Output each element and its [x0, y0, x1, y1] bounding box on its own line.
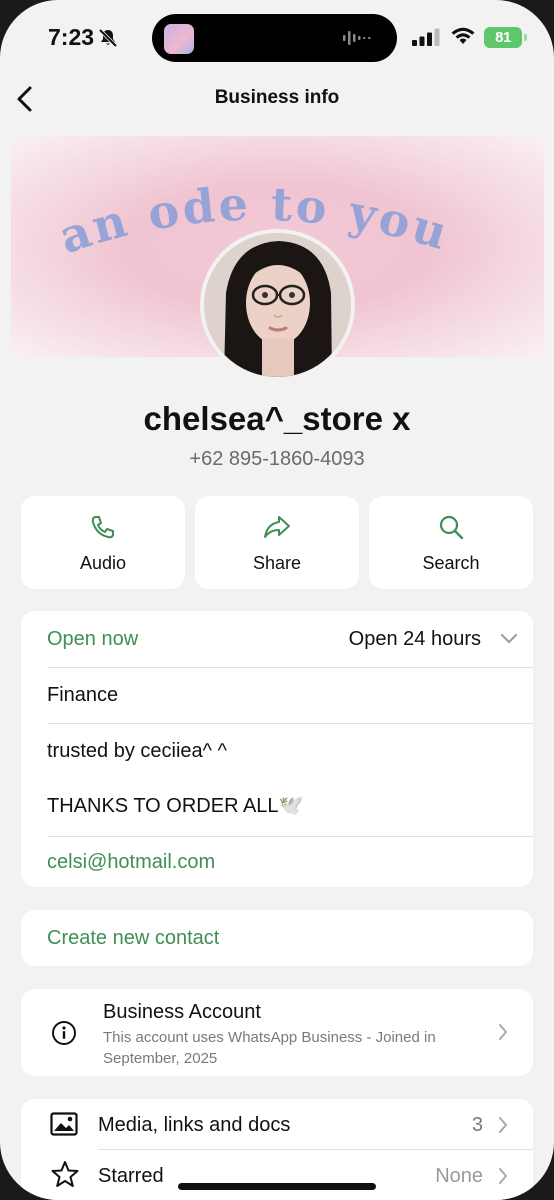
share-label: Share: [252, 553, 302, 573]
profile-photo: [204, 233, 351, 377]
audio-call-button[interactable]: Audio: [21, 496, 185, 589]
business-account-title: Business Account: [103, 1001, 261, 1023]
starred-value: None: [435, 1165, 483, 1187]
navigation-bar: Business info: [0, 78, 554, 118]
audio-wave-icon: [343, 29, 371, 52]
create-contact-card[interactable]: Create new contact: [21, 910, 533, 966]
search-icon: [369, 514, 533, 540]
page-title: Business info: [214, 87, 340, 108]
now-playing-thumbnail[interactable]: [164, 24, 194, 54]
image-icon: [50, 1112, 78, 1141]
search-button[interactable]: Search: [369, 496, 533, 589]
audio-label: Audio: [79, 553, 127, 573]
media-count: 3: [471, 1114, 483, 1136]
phone-icon: [21, 514, 185, 540]
signal-icon: [412, 28, 440, 51]
business-details-card: Open now Open 24 hours Finance trusted b…: [21, 611, 533, 887]
business-description-line1: trusted by ceciiea^ ^: [47, 740, 227, 762]
business-email-link[interactable]: celsi@hotmail.com: [47, 851, 533, 874]
status-time: 7:23: [48, 24, 95, 50]
starred-label: Starred: [98, 1165, 164, 1187]
star-icon: [51, 1160, 79, 1193]
media-label: Media, links and docs: [98, 1114, 291, 1136]
chevron-right-icon: [497, 1022, 509, 1047]
avatar[interactable]: [200, 229, 355, 381]
phone-number[interactable]: +62 895-1860-4093: [0, 448, 554, 471]
chevron-down-icon[interactable]: [499, 632, 519, 651]
open-status: Open now: [47, 628, 139, 650]
business-category: Finance: [47, 684, 119, 706]
wifi-icon: [450, 26, 476, 51]
media-links-docs-row[interactable]: Media, links and docs 3: [21, 1099, 533, 1149]
create-new-contact-button[interactable]: Create new contact: [47, 927, 533, 950]
home-indicator[interactable]: [178, 1183, 376, 1190]
starred-row[interactable]: Starred None: [21, 1150, 533, 1200]
dynamic-island[interactable]: [152, 14, 397, 62]
info-icon: [51, 1020, 77, 1051]
share-icon: [195, 514, 359, 540]
business-account-card[interactable]: Business Account This account uses Whats…: [21, 989, 533, 1076]
business-hours: Open 24 hours: [348, 628, 481, 650]
battery-level: 81: [495, 29, 511, 46]
chevron-right-icon: [497, 1115, 509, 1140]
business-account-description: This account uses WhatsApp Business - Jo…: [103, 1029, 436, 1067]
business-description-line2: THANKS TO ORDER ALL🕊️: [47, 795, 304, 817]
battery-icon: 81: [484, 27, 527, 48]
business-name: chelsea^_store x: [143, 400, 411, 437]
divider: [47, 836, 533, 837]
bell-slash-icon: [98, 28, 118, 53]
status-bar: 7:23 81: [0, 0, 554, 80]
share-button[interactable]: Share: [195, 496, 359, 589]
business-hours-row[interactable]: Open now Open 24 hours: [47, 628, 533, 656]
divider: [47, 667, 533, 668]
chevron-right-icon: [497, 1166, 509, 1191]
search-label: Search: [422, 553, 480, 573]
phone-screen: 7:23 81 Business info an ode to you chel…: [0, 0, 554, 1200]
divider: [47, 723, 533, 724]
